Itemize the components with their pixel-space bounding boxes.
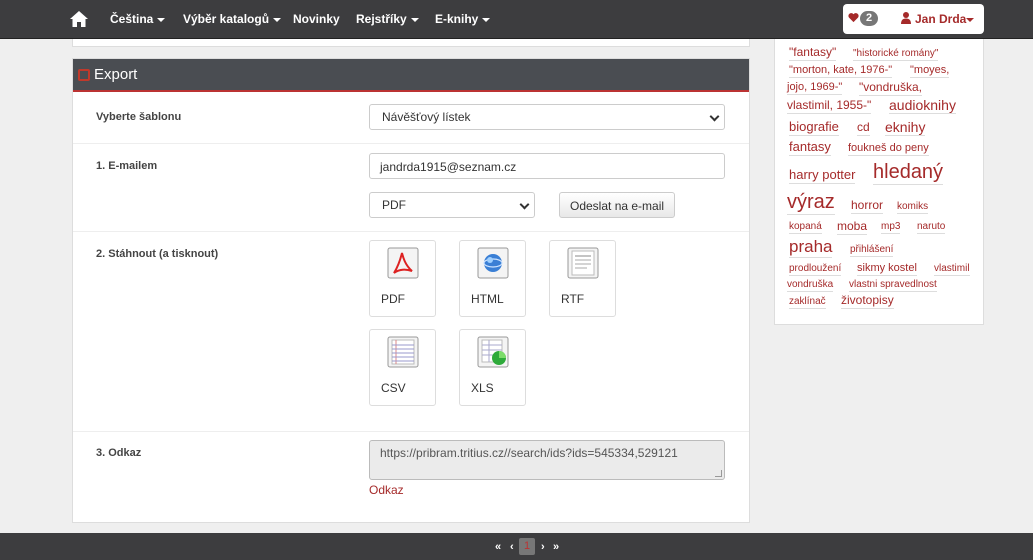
- download-label: 2. Stáhnout (a tisknout): [96, 248, 219, 260]
- chevron-down-icon: [709, 111, 720, 122]
- divider: [73, 143, 749, 144]
- tag[interactable]: přihlášení: [850, 244, 894, 257]
- last-page-button[interactable]: »: [553, 541, 559, 553]
- chevron-down-icon: [519, 199, 530, 210]
- tag[interactable]: "vondruška,: [859, 80, 922, 96]
- download-pdf-button[interactable]: PDF: [369, 240, 436, 317]
- email-label: 1. E-mailem: [96, 160, 158, 172]
- tag[interactable]: eknihy: [885, 119, 926, 137]
- top-navbar: Čeština Výběr katalogů Novinky Rejstříky…: [0, 0, 1033, 39]
- csv-icon: [387, 336, 419, 368]
- rtf-icon: [567, 247, 599, 279]
- tag[interactable]: prodloužení: [789, 263, 842, 276]
- link-anchor[interactable]: Odkaz: [369, 483, 404, 497]
- resize-handle-icon[interactable]: [715, 470, 722, 477]
- prev-page-button[interactable]: ‹: [510, 541, 514, 553]
- nav-catalog-select[interactable]: Výběr katalogů: [183, 12, 282, 26]
- template-label: Vyberte šablonu: [96, 111, 182, 123]
- pagination-bar: « ‹ 1 › »: [0, 533, 1033, 560]
- caret-down-icon: [966, 18, 974, 22]
- divider: [73, 231, 749, 232]
- user-box: 2 Jan Drda: [843, 4, 984, 34]
- download-csv-button[interactable]: CSV: [369, 329, 436, 406]
- send-email-button[interactable]: Odeslat na e-mail: [559, 192, 676, 218]
- tag[interactable]: "fantasy": [789, 45, 837, 61]
- tag[interactable]: mp3: [881, 221, 901, 234]
- user-icon: [901, 12, 911, 24]
- tag[interactable]: vlastni spravedlnost: [849, 279, 937, 292]
- format-select[interactable]: PDF: [369, 192, 535, 218]
- tag[interactable]: cd: [857, 120, 870, 136]
- tag[interactable]: fantasy: [789, 139, 831, 156]
- caret-down-icon: [482, 17, 491, 22]
- nav-news[interactable]: Novinky: [293, 12, 340, 26]
- tag[interactable]: zaklínač: [789, 296, 826, 309]
- download-xls-button[interactable]: XLS: [459, 329, 526, 406]
- caret-down-icon: [410, 17, 419, 22]
- xls-icon: [477, 336, 509, 368]
- download-html-button[interactable]: HTML: [459, 240, 526, 317]
- tag[interactable]: "historické romány": [853, 48, 939, 61]
- tag[interactable]: moba: [837, 219, 868, 235]
- first-page-button[interactable]: «: [495, 541, 501, 553]
- nav-registers[interactable]: Rejstříky: [356, 12, 419, 26]
- user-menu[interactable]: Jan Drda: [915, 12, 966, 26]
- previous-panel-edge: [72, 39, 750, 47]
- tag[interactable]: "moyes,: [910, 64, 950, 78]
- tag[interactable]: kopaná: [789, 221, 822, 234]
- tag[interactable]: foukneš do peny: [848, 142, 929, 156]
- next-page-button[interactable]: ›: [541, 541, 545, 553]
- tag[interactable]: naruto: [917, 221, 946, 234]
- home-icon[interactable]: [69, 10, 89, 28]
- divider: [73, 431, 749, 432]
- nav-ebooks[interactable]: E-knihy: [435, 12, 491, 26]
- link-label: 3. Odkaz: [96, 447, 142, 459]
- download-rtf-button[interactable]: RTF: [549, 240, 616, 317]
- export-panel-header: Export: [73, 59, 749, 92]
- caret-down-icon: [157, 17, 166, 22]
- link-textarea[interactable]: https://pribram.tritius.cz//search/ids?i…: [369, 440, 725, 480]
- tag[interactable]: vondruška: [787, 279, 834, 292]
- html-icon: [477, 247, 509, 279]
- tag[interactable]: horror: [851, 198, 884, 214]
- tag[interactable]: životopisy: [841, 293, 894, 309]
- tag[interactable]: sikmy kostel: [857, 262, 917, 276]
- tag[interactable]: biografie: [789, 119, 839, 136]
- tag[interactable]: "morton, kate, 1976-": [789, 64, 893, 78]
- tag[interactable]: komiks: [897, 201, 929, 214]
- current-page[interactable]: 1: [519, 538, 535, 555]
- tag[interactable]: vlastimil, 1955-": [787, 98, 872, 114]
- heart-icon[interactable]: [848, 12, 859, 23]
- favorites-badge[interactable]: 2: [860, 11, 878, 26]
- panel-title: Export: [94, 66, 138, 83]
- tag[interactable]: výraz: [787, 191, 835, 215]
- email-input[interactable]: jandrda1915@seznam.cz: [369, 153, 725, 179]
- tag[interactable]: harry potter: [789, 167, 856, 184]
- tag[interactable]: vlastimil: [934, 263, 970, 276]
- template-select[interactable]: Návěšťový lístek: [369, 104, 725, 130]
- caret-down-icon: [273, 17, 282, 22]
- export-panel: Export Vyberte šablonu Návěšťový lístek …: [72, 58, 750, 523]
- export-icon: [78, 69, 90, 81]
- nav-language[interactable]: Čeština: [110, 12, 166, 26]
- tag[interactable]: hledaný: [873, 161, 944, 185]
- tag[interactable]: jojo, 1969-": [787, 81, 843, 95]
- tag[interactable]: praha: [789, 237, 833, 258]
- tag[interactable]: audioknihy: [889, 97, 956, 115]
- pdf-icon: [387, 247, 419, 279]
- tag-cloud: "fantasy" "historické romány" "morton, k…: [774, 39, 984, 325]
